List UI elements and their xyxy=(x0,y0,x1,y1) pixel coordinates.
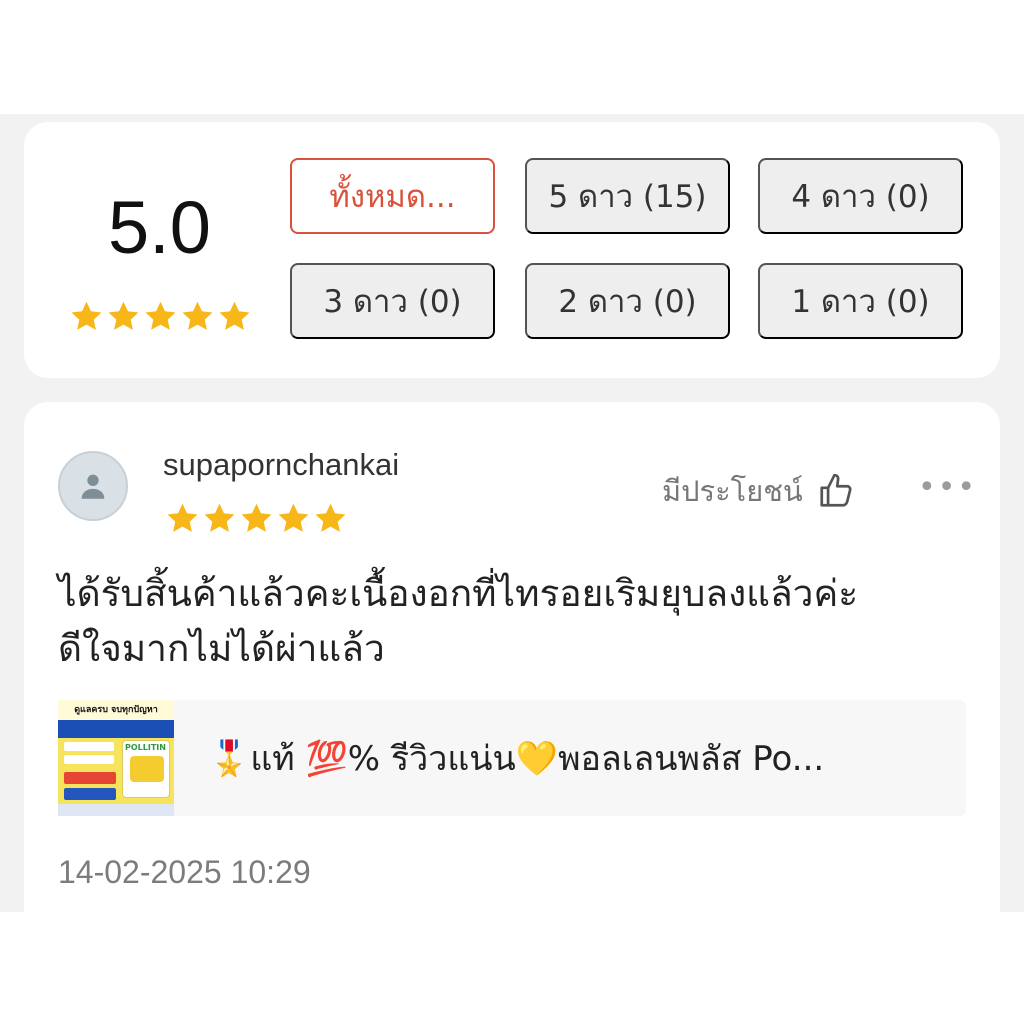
star-icon xyxy=(71,301,102,330)
helpful-label: มีประโยชน์ xyxy=(662,474,803,508)
user-avatar[interactable] xyxy=(58,451,128,521)
star-icon xyxy=(315,503,346,532)
helpful-button[interactable]: มีประโยชน์ xyxy=(662,468,855,514)
average-score: 5.0 xyxy=(108,186,211,269)
filter-all[interactable]: ทั้งหมด... xyxy=(290,158,495,234)
filter-3-stars[interactable]: 3 ดาว (0) xyxy=(290,263,495,339)
star-icon xyxy=(204,503,235,532)
thumbnail-heading: ดูแลครบ จบทุกปัญหา xyxy=(58,700,174,720)
review-text-line: ดีใจมากไม่ได้ผ่าแล้ว xyxy=(58,627,385,670)
product-link[interactable]: ดูแลครบ จบทุกปัญหา POLLITIN 🎖️แท้ 💯% รีว… xyxy=(58,700,966,816)
thumbnail-text-block xyxy=(64,742,114,751)
reviewer-username[interactable]: supapornchankai xyxy=(163,447,399,483)
thumbnail-text-block xyxy=(64,755,114,764)
thumbnail-footer xyxy=(58,804,174,816)
star-icon xyxy=(278,503,309,532)
product-thumbnail[interactable]: ดูแลครบ จบทุกปัญหา POLLITIN xyxy=(58,700,174,816)
filter-2-stars[interactable]: 2 ดาว (0) xyxy=(525,263,730,339)
thumbnail-subheading xyxy=(58,720,174,738)
filter-4-stars[interactable]: 4 ดาว (0) xyxy=(758,158,963,234)
average-star-rating xyxy=(68,298,253,335)
filter-1-star[interactable]: 1 ดาว (0) xyxy=(758,263,963,339)
star-icon xyxy=(145,301,176,330)
star-icon xyxy=(182,301,213,330)
thumbnail-highlight xyxy=(64,772,116,784)
product-box-graphic xyxy=(130,756,164,782)
thumbnail-highlight xyxy=(64,788,116,800)
thumbnail-brand: POLLITIN xyxy=(125,743,166,752)
review-star-rating xyxy=(164,500,349,537)
thumbs-up-icon xyxy=(820,473,852,507)
review-text: ได้รับสิ้นค้าแล้วคะเนื้องอกที่ไทรอยเริมย… xyxy=(58,566,958,676)
review-text-line: ได้รับสิ้นค้าแล้วคะเนื้องอกที่ไทรอยเริมย… xyxy=(58,572,859,615)
review-date: 14-02-2025 10:29 xyxy=(58,854,311,890)
star-icon xyxy=(167,503,198,532)
more-options-icon[interactable]: ••• xyxy=(918,470,977,505)
product-title[interactable]: 🎖️แท้ 💯% รีวิวแน่น💛พอลเลนพลัส Po... xyxy=(208,731,824,785)
filter-5-stars[interactable]: 5 ดาว (15) xyxy=(525,158,730,234)
star-icon xyxy=(108,301,139,330)
star-icon xyxy=(241,503,272,532)
user-icon xyxy=(81,474,105,499)
star-icon xyxy=(219,301,250,330)
